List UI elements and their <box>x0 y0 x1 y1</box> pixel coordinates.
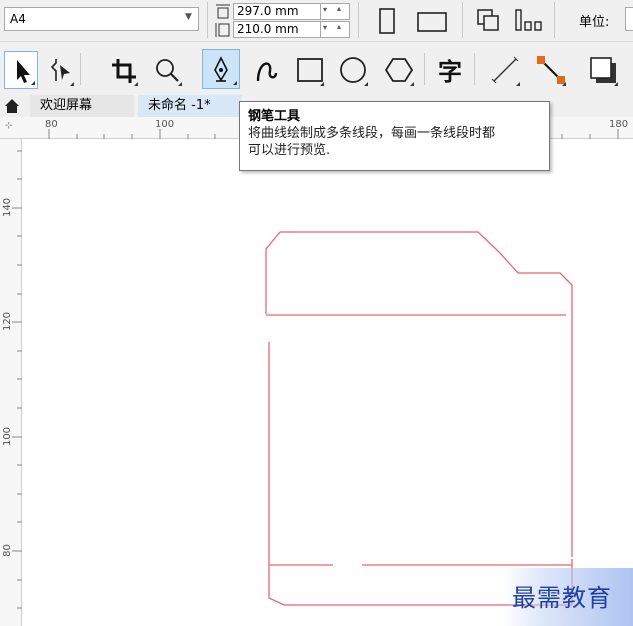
ruler-tick-label: 80 <box>1 544 13 557</box>
toolbox: 字 <box>0 43 633 95</box>
divider <box>207 2 208 38</box>
page-height-icon <box>214 3 232 20</box>
rectangle-tool-button[interactable] <box>292 51 326 89</box>
pen-tool-button[interactable] <box>202 49 240 89</box>
outline-top-left-path <box>265 231 281 314</box>
tooltip-title: 钢笔工具 <box>248 109 301 124</box>
flyout-arrow-icon <box>364 82 368 86</box>
ruler-origin-icon[interactable]: ⊹ <box>5 121 13 131</box>
spin-down-icon[interactable]: ▾ <box>323 23 327 32</box>
units-dropdown[interactable] <box>625 7 633 31</box>
property-bar: A4 ▼ 297.0 mm ▾ ▴ 210.0 mm ▾ ▴ 单位: <box>0 0 633 42</box>
text-tool-button[interactable]: 字 <box>434 51 468 89</box>
page-height-input[interactable]: 297.0 mm <box>233 3 321 20</box>
ruler-tick-label: 120 <box>2 311 14 332</box>
connector-tool-button[interactable] <box>534 51 568 89</box>
divider <box>80 53 81 85</box>
flyout-arrow-icon <box>178 82 182 86</box>
divider <box>358 2 359 38</box>
page-size-dropdown[interactable]: A4 ▼ <box>4 7 199 31</box>
shape-tool-button[interactable] <box>42 51 76 89</box>
page-width-spinner[interactable]: ▾ ▴ <box>321 21 350 38</box>
watermark-text: 最需教育 <box>512 584 612 612</box>
chevron-down-icon: ▼ <box>185 12 192 22</box>
flyout-arrow-icon <box>320 82 324 86</box>
page-height-spinner[interactable]: ▾ ▴ <box>321 3 350 20</box>
all-pages-button[interactable] <box>472 6 506 36</box>
spin-up-icon[interactable]: ▴ <box>337 22 341 31</box>
page-width-input[interactable]: 210.0 mm <box>233 21 321 38</box>
portrait-orientation-button[interactable] <box>372 6 402 36</box>
flyout-arrow-icon <box>31 81 35 85</box>
ruler-tick-label: 80 <box>45 119 58 130</box>
landscape-orientation-button[interactable] <box>410 6 454 36</box>
tooltip-description-line-2: 可以进行预览. <box>248 143 331 158</box>
drawn-outline-shape[interactable] <box>22 139 633 626</box>
flyout-arrow-icon <box>410 82 414 86</box>
page-size-value: A4 <box>10 12 26 26</box>
flyout-arrow-icon <box>614 82 618 86</box>
ellipse-tool-button[interactable] <box>336 51 370 89</box>
tab-welcome-screen[interactable]: 欢迎屏幕 <box>30 95 134 117</box>
divider <box>474 53 475 85</box>
crop-tool-button[interactable] <box>106 51 140 89</box>
pick-tool-button[interactable] <box>4 51 38 89</box>
current-page-button[interactable] <box>512 6 546 36</box>
tab-label: 未命名 -1* <box>148 98 211 113</box>
polygon-tool-button[interactable] <box>382 51 416 89</box>
units-label: 单位: <box>579 15 610 30</box>
spin-down-icon[interactable]: ▾ <box>323 5 327 14</box>
divider <box>462 2 463 38</box>
dimension-tool-button[interactable] <box>488 51 522 89</box>
tooltip-description-line-1: 将曲线绘制成多条线段，每画一条线段时都 <box>248 126 496 141</box>
outline-right-path <box>280 231 573 557</box>
ruler-tick-label: 140 <box>2 197 14 218</box>
divider <box>554 2 555 38</box>
ruler-tick-label: 100 <box>155 119 175 130</box>
svg-text:字: 字 <box>438 58 462 86</box>
ruler-tick-label: 180 <box>609 119 629 130</box>
artistic-media-tool-button[interactable] <box>248 51 282 89</box>
drawing-canvas[interactable] <box>22 139 633 626</box>
tab-label: 欢迎屏幕 <box>40 98 93 113</box>
drop-shadow-tool-button[interactable] <box>586 51 620 89</box>
ruler-tick-label: 100 <box>2 426 14 447</box>
pen-tool-tooltip: 钢笔工具 将曲线绘制成多条线段，每画一条线段时都 可以进行预览. <box>239 101 550 171</box>
divider <box>424 53 425 85</box>
home-icon[interactable] <box>2 97 22 115</box>
vertical-ruler[interactable]: 140 120 100 80 <box>0 139 22 626</box>
zoom-tool-button[interactable] <box>150 51 184 89</box>
flyout-arrow-icon <box>134 82 138 86</box>
flyout-arrow-icon <box>562 82 566 86</box>
spin-up-icon[interactable]: ▴ <box>337 4 341 13</box>
flyout-arrow-icon <box>70 82 74 86</box>
flyout-arrow-icon <box>233 81 237 85</box>
tab-untitled-document[interactable]: 未命名 -1* <box>138 95 242 117</box>
flyout-arrow-icon <box>516 82 520 86</box>
page-width-icon <box>214 21 232 38</box>
